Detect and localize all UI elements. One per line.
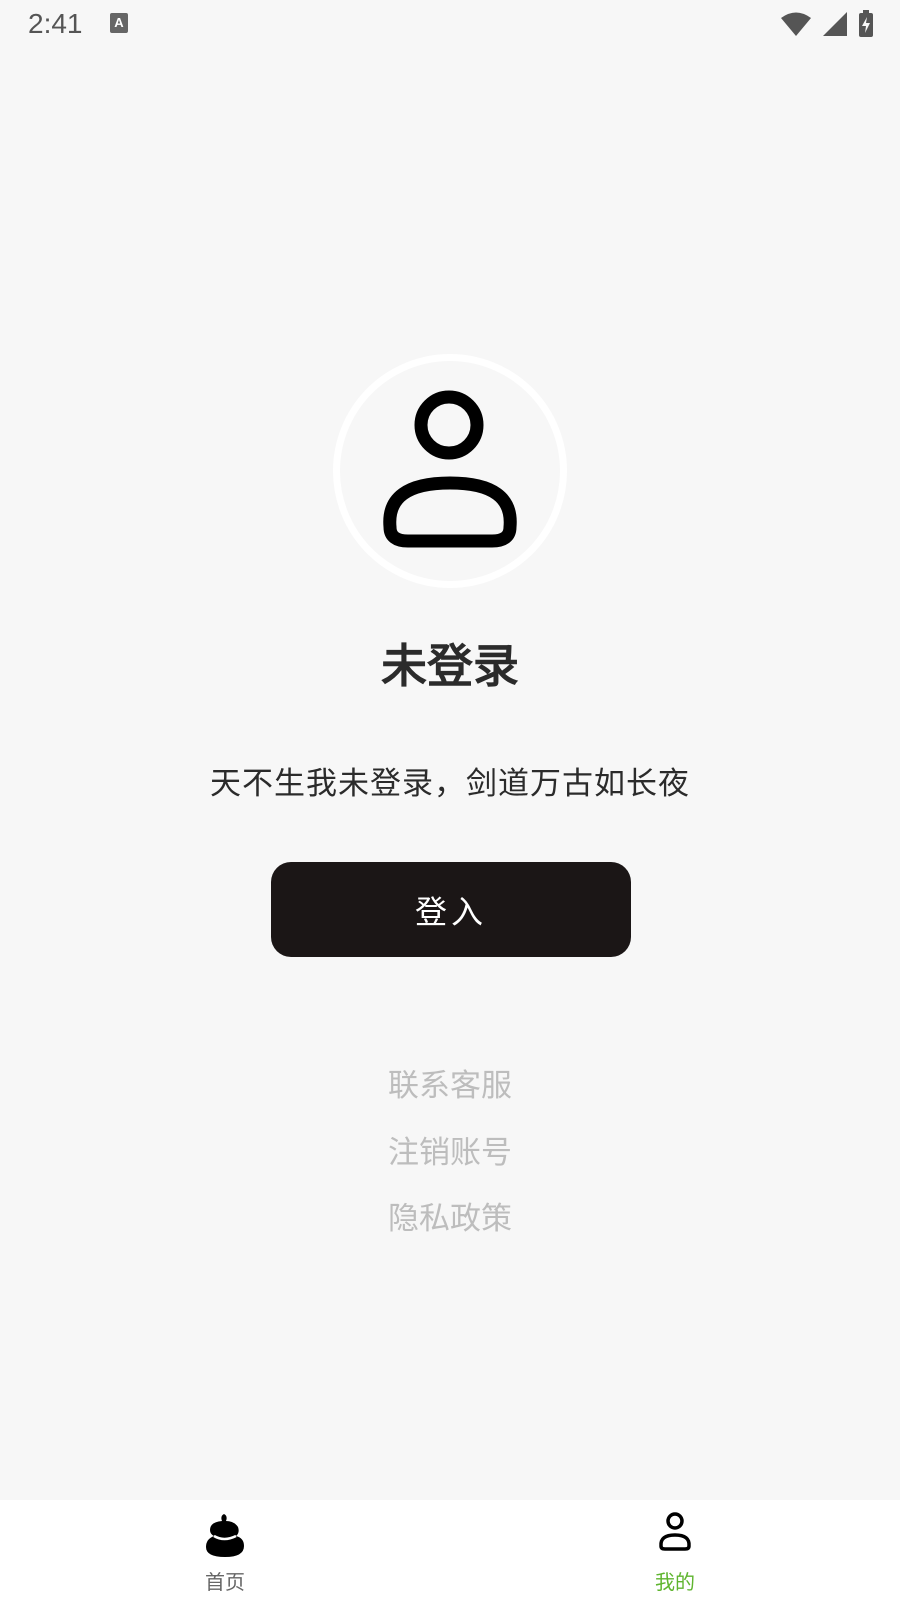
login-button[interactable]: 登入 — [271, 862, 631, 957]
battery-icon — [859, 10, 873, 37]
slogan-text: 天不生我未登录，剑道万古如长夜 — [210, 766, 690, 802]
person-icon — [659, 1512, 691, 1551]
notification-icon: A — [110, 13, 128, 33]
tab-mine[interactable]: 我的 — [450, 1500, 900, 1600]
tab-mine-label: 我的 — [655, 1570, 695, 1594]
tab-home-label: 首页 — [205, 1570, 245, 1594]
signal-icon — [823, 12, 847, 36]
contact-support-link[interactable]: 联系客服 — [0, 1060, 900, 1105]
privacy-policy-link[interactable]: 隐私政策 — [0, 1193, 900, 1238]
bottom-tab-bar: 首页 我的 — [0, 1500, 900, 1600]
login-status-title: 未登录 — [381, 639, 519, 693]
user-avatar-icon — [383, 390, 517, 548]
status-time: 2:41 — [28, 8, 83, 39]
profile-screen: 2:41 A 未登录 天不生我未登录，剑道万古如长夜 登入 联系客服 注销账号 … — [0, 0, 900, 1600]
avatar[interactable] — [333, 354, 567, 588]
contact-support-label[interactable]: 联系客服 — [388, 1068, 512, 1104]
status-icons — [780, 10, 874, 38]
privacy-policy-label[interactable]: 隐私政策 — [388, 1201, 512, 1237]
delete-account-link[interactable]: 注销账号 — [0, 1127, 900, 1172]
tab-home[interactable]: 首页 — [0, 1500, 450, 1600]
status-bar: 2:41 A — [0, 0, 900, 48]
delete-account-label[interactable]: 注销账号 — [388, 1135, 512, 1171]
home-blob-icon — [206, 1514, 244, 1557]
wifi-icon — [781, 12, 811, 36]
